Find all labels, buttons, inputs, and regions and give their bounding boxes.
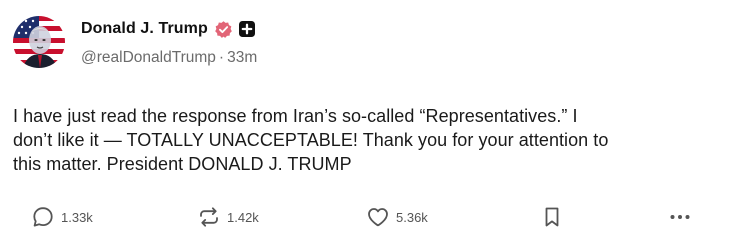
post-body-line: this matter. President DONALD J. TRUMP [13, 154, 352, 174]
like-count: 5.36k [396, 209, 428, 225]
reply-count: 1.33k [61, 209, 93, 225]
retruth-count: 1.42k [227, 209, 259, 225]
post-actions: 1.33k 1.42k 5.36k [0, 203, 730, 231]
avatar[interactable] [13, 16, 65, 68]
heart-icon [368, 208, 388, 227]
like-button[interactable]: 5.36k [366, 203, 428, 231]
post-body-line: don’t like it — TOTALLY UNACCEPTABLE! Th… [13, 130, 609, 150]
meta-separator: · [218, 49, 225, 66]
post-timestamp[interactable]: 33m [227, 49, 257, 66]
truth-post: Donald J. Trump @realDonaldTrump · 33m I h… [0, 0, 730, 243]
reply-button[interactable]: 1.33k [31, 203, 93, 231]
author-display-name[interactable]: Donald J. Trump [81, 20, 208, 38]
verified-badge-icon [214, 20, 233, 39]
repost-arrows-icon [200, 207, 218, 227]
retruth-button[interactable]: 1.42k [197, 203, 259, 231]
ellipsis-icon [670, 215, 690, 219]
author-handle[interactable]: @realDonaldTrump [81, 49, 216, 66]
more-options-button[interactable] [666, 203, 694, 231]
bookmark-icon [545, 207, 559, 227]
author-meta: @realDonaldTrump · 33m [81, 49, 257, 67]
post-body-line: I have just read the response from Iran’… [13, 106, 578, 126]
post-body: I have just read the response from Iran’… [13, 104, 718, 176]
avatar-image [13, 16, 65, 68]
bookmark-button[interactable] [540, 203, 564, 231]
plus-badge-icon [238, 20, 256, 38]
speech-bubble-icon [33, 207, 53, 227]
author-name-row: Donald J. Trump [81, 17, 256, 41]
